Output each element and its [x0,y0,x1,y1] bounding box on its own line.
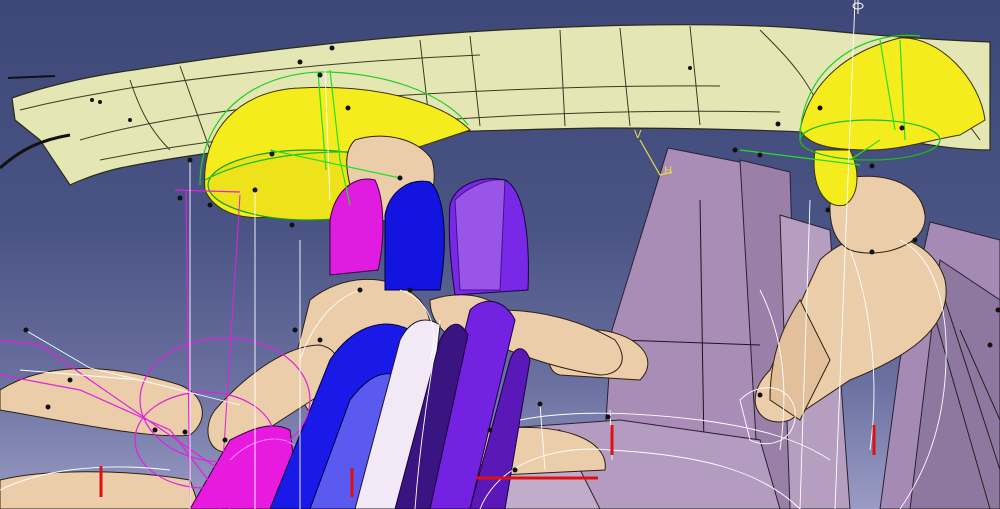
compass-h-label: H [664,164,673,177]
cad-3d-viewport[interactable]: V H [0,0,1000,509]
assembly-scene[interactable] [0,0,1000,509]
compass-v-label: V [634,128,642,141]
